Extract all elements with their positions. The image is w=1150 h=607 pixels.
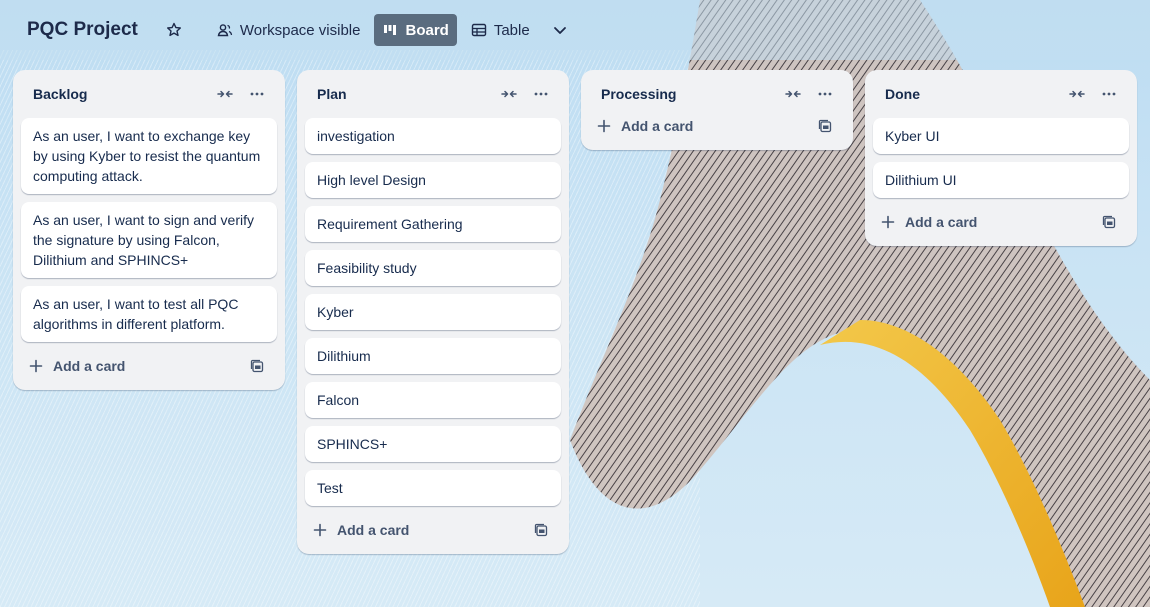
chevron-down-icon xyxy=(552,22,568,38)
collapse-icon[interactable] xyxy=(781,82,805,106)
plus-icon xyxy=(597,119,613,133)
template-icon[interactable] xyxy=(813,119,837,133)
card[interactable]: Feasibility study xyxy=(305,250,561,286)
board-header: PQC Project Workspace visible Board Tabl… xyxy=(0,0,1150,60)
template-icon[interactable] xyxy=(529,523,553,537)
view-table-label: Table xyxy=(493,21,530,39)
card[interactable]: As an user, I want to exchange key by us… xyxy=(21,118,277,194)
visibility-label: Workspace visible xyxy=(239,21,361,39)
plus-icon xyxy=(313,523,329,537)
more-icon[interactable] xyxy=(529,82,553,106)
add-card-button[interactable]: Add a card xyxy=(589,110,845,142)
visibility-button[interactable]: Workspace visible xyxy=(209,14,369,46)
card[interactable]: Kyber UI xyxy=(873,118,1129,154)
list-header: Plan xyxy=(305,70,561,118)
list-title[interactable]: Done xyxy=(885,86,1057,102)
add-card-button[interactable]: Add a card xyxy=(305,514,561,546)
list-header: Backlog xyxy=(21,70,277,118)
list-processing[interactable]: Processing Add a card xyxy=(581,70,853,150)
collapse-icon[interactable] xyxy=(1065,82,1089,106)
more-icon[interactable] xyxy=(1097,82,1121,106)
card[interactable]: Dilithium UI xyxy=(873,162,1129,198)
card[interactable]: As an user, I want to test all PQC algor… xyxy=(21,286,277,342)
view-table-button[interactable]: Table xyxy=(463,14,538,46)
list-backlog[interactable]: Backlog As an user, I want to exchange k… xyxy=(13,70,285,390)
card[interactable]: High level Design xyxy=(305,162,561,198)
card[interactable]: Requirement Gathering xyxy=(305,206,561,242)
star-button[interactable] xyxy=(158,14,197,46)
more-icon[interactable] xyxy=(245,82,269,106)
plus-icon xyxy=(29,359,45,373)
card[interactable]: As an user, I want to sign and verify th… xyxy=(21,202,277,278)
star-icon xyxy=(166,22,182,38)
board-icon xyxy=(382,22,398,38)
collapse-icon[interactable] xyxy=(213,82,237,106)
add-card-label: Add a card xyxy=(53,358,126,374)
list-done[interactable]: Done Kyber UI Dilithium UI Add a card xyxy=(865,70,1137,246)
list-plan[interactable]: Plan investigation High level Design Req… xyxy=(297,70,569,554)
card[interactable]: SPHINCS+ xyxy=(305,426,561,462)
collapse-icon[interactable] xyxy=(497,82,521,106)
card[interactable]: Dilithium xyxy=(305,338,561,374)
table-icon xyxy=(471,22,487,38)
card[interactable]: Falcon xyxy=(305,382,561,418)
view-board-button[interactable]: Board xyxy=(374,14,457,46)
list-title[interactable]: Plan xyxy=(317,86,489,102)
board-title[interactable]: PQC Project xyxy=(27,19,138,41)
template-icon[interactable] xyxy=(1097,215,1121,229)
people-icon xyxy=(217,22,233,38)
more-views-button[interactable] xyxy=(544,14,583,46)
card[interactable]: Test xyxy=(305,470,561,506)
list-title[interactable]: Processing xyxy=(601,86,773,102)
view-board-label: Board xyxy=(405,21,449,39)
add-card-button[interactable]: Add a card xyxy=(873,206,1129,238)
add-card-label: Add a card xyxy=(905,214,978,230)
more-icon[interactable] xyxy=(813,82,837,106)
list-header: Done xyxy=(873,70,1129,118)
card[interactable]: Kyber xyxy=(305,294,561,330)
plus-icon xyxy=(881,215,897,229)
add-card-label: Add a card xyxy=(621,118,694,134)
add-card-label: Add a card xyxy=(337,522,410,538)
list-title[interactable]: Backlog xyxy=(33,86,205,102)
card[interactable]: investigation xyxy=(305,118,561,154)
template-icon[interactable] xyxy=(245,359,269,373)
add-card-button[interactable]: Add a card xyxy=(21,350,277,382)
